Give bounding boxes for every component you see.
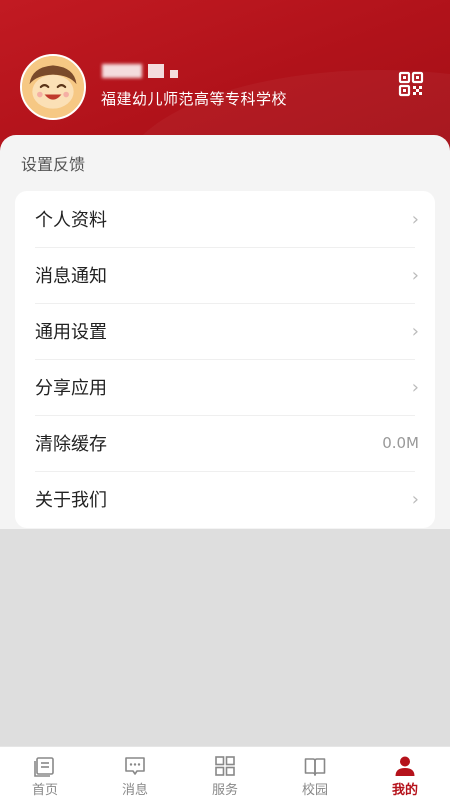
settings-item-label: 清除缓存 <box>35 434 107 455</box>
settings-item-label: 通用设置 <box>35 322 107 343</box>
settings-card: 个人资料 › 消息通知 › 通用设置 › 分享应用 › 清除缓存 0.0M 关于… <box>15 191 435 528</box>
grid-icon <box>215 756 235 776</box>
tab-services[interactable]: 服务 <box>180 747 270 800</box>
settings-item-about[interactable]: 关于我们 › <box>15 471 435 527</box>
settings-item-general[interactable]: 通用设置 › <box>15 303 435 359</box>
message-icon <box>125 757 145 775</box>
settings-item-profile[interactable]: 个人资料 › <box>15 191 435 247</box>
chevron-right-icon: › <box>411 376 419 398</box>
chevron-right-icon: › <box>411 320 419 342</box>
chevron-right-icon: › <box>411 208 419 230</box>
chevron-right-icon: › <box>411 264 419 286</box>
settings-item-label: 关于我们 <box>35 490 107 511</box>
tab-mine[interactable]: 我的 <box>360 747 450 800</box>
chevron-right-icon: › <box>411 488 419 510</box>
tab-campus[interactable]: 校园 <box>270 747 360 800</box>
settings-item-label: 消息通知 <box>35 266 107 287</box>
settings-item-label: 个人资料 <box>35 210 107 231</box>
settings-item-notifications[interactable]: 消息通知 › <box>15 247 435 303</box>
avatar-face-icon <box>22 56 84 118</box>
settings-panel: 设置反馈 个人资料 › 消息通知 › 通用设置 › 分享应用 › 清除缓存 0.… <box>0 135 450 529</box>
tab-label: 首页 <box>31 783 58 798</box>
tab-label: 服务 <box>211 783 238 798</box>
redacted-block <box>148 64 164 78</box>
tab-messages[interactable]: 消息 <box>90 747 180 800</box>
avatar[interactable] <box>20 54 86 120</box>
book-icon <box>304 758 326 776</box>
tab-home[interactable]: 首页 <box>0 747 90 800</box>
settings-item-clear-cache[interactable]: 清除缓存 0.0M <box>15 415 435 471</box>
school-name: 福建幼儿师范高等专科学校 <box>101 90 288 108</box>
tab-label: 我的 <box>391 783 418 798</box>
home-icon <box>34 757 54 777</box>
redacted-block <box>102 64 142 78</box>
settings-item-share[interactable]: 分享应用 › <box>15 359 435 415</box>
section-title: 设置反馈 <box>21 155 86 174</box>
qr-code-button[interactable] <box>398 71 424 97</box>
tab-label: 消息 <box>121 783 148 798</box>
bottom-tab-bar: 首页 消息 服务 校园 我的 <box>0 746 450 800</box>
tab-label: 校园 <box>301 783 328 798</box>
redacted-block <box>170 70 178 78</box>
user-icon <box>395 756 415 776</box>
qr-code-icon <box>398 71 424 97</box>
settings-item-label: 分享应用 <box>35 378 107 399</box>
cache-size-value: 0.0M <box>382 434 419 452</box>
username-redacted <box>102 62 178 80</box>
